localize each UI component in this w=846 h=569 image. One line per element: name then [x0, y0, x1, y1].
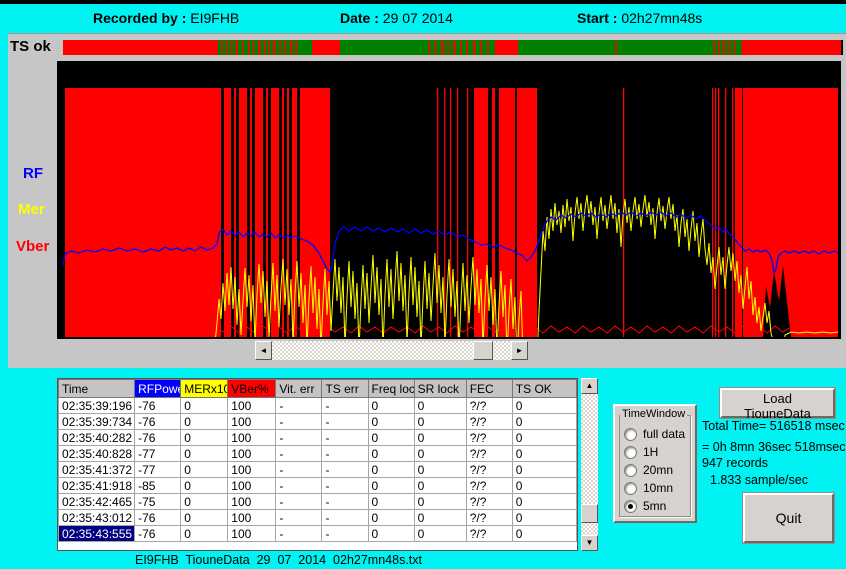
radio-label: 10mn [643, 481, 673, 495]
table-row[interactable]: 02:35:43:012-760100--00?/?0 [59, 510, 577, 526]
right-arrow-icon: ► [516, 347, 524, 355]
table-scrollbar-track[interactable] [581, 394, 598, 535]
date-label: Date : [340, 10, 383, 26]
header-bar: Recorded by : EI9FHB Date : 29 07 2014 S… [0, 4, 846, 33]
up-arrow-icon: ▲ [586, 382, 594, 390]
radio-option-10mn[interactable]: 10mn [624, 479, 685, 497]
date-value: 29 07 2014 [383, 10, 453, 26]
table-scrollbar-thumb[interactable] [581, 504, 598, 523]
column-header-vit-err[interactable]: Vit. err [276, 380, 322, 398]
radio-icon[interactable] [624, 464, 637, 477]
duration-text: = 0h 8mn 36sec 518msec [702, 440, 846, 454]
selected-cell: 02:35:43:555 [59, 526, 135, 542]
recorded-by-label: Recorded by : [93, 10, 190, 26]
signal-chart [63, 61, 838, 337]
scroll-left-button[interactable]: ◄ [255, 341, 272, 360]
column-header-ts-err[interactable]: TS err [322, 380, 368, 398]
app-window: Recorded by : EI9FHB Date : 29 07 2014 S… [0, 0, 846, 569]
table-row[interactable]: 02:35:39:734-760100--00?/?0 [59, 414, 577, 430]
load-tiounedata-button[interactable]: Load TiouneData [720, 388, 835, 418]
table-row[interactable]: 02:35:40:828-770100--00?/?0 [59, 446, 577, 462]
start-time: Start : 02h27mn48s [577, 10, 702, 26]
recorded-by: Recorded by : EI9FHB [93, 10, 239, 26]
radio-label: 20mn [643, 463, 673, 477]
column-header-merx10[interactable]: MERx10 [181, 380, 228, 398]
chart-scrollbar-track[interactable] [272, 341, 511, 360]
rf-label: RF [23, 165, 43, 182]
ts-ok-bar [63, 40, 843, 55]
column-header-vber-[interactable]: VBer% [228, 380, 276, 398]
radio-label: 1H [643, 445, 658, 459]
table-header-row: TimeRFPowerMERx10VBer%Vit. errTS errFreq… [59, 380, 577, 398]
chart-frame [57, 61, 841, 339]
table-scrollbar[interactable]: ▲ ▼ [581, 378, 598, 551]
start-label: Start : [577, 10, 621, 26]
table-row[interactable]: 02:35:43:555-760100--00?/?0 [59, 526, 577, 542]
down-arrow-icon: ▼ [586, 539, 594, 547]
start-value: 02h27mn48s [621, 10, 702, 26]
ts-ok-label: TS ok [10, 38, 51, 55]
radio-icon[interactable] [624, 500, 637, 513]
table-row[interactable]: 02:35:41:918-850100--00?/?0 [59, 478, 577, 494]
scroll-down-button[interactable]: ▼ [581, 535, 598, 551]
status-bar: EI9FHB TiouneData 29 07 2014 02h27mn48s.… [135, 553, 422, 567]
column-header-sr-lock[interactable]: SR lock [414, 380, 466, 398]
radio-icon[interactable] [624, 482, 637, 495]
radio-option-5mn[interactable]: 5mn [624, 497, 685, 515]
radio-label: 5mn [643, 499, 666, 513]
table-row[interactable]: 02:35:41:372-770100--00?/?0 [59, 462, 577, 478]
column-header-time[interactable]: Time [59, 380, 135, 398]
mer-label: Mer [18, 201, 45, 218]
column-header-ts-ok[interactable]: TS OK [512, 380, 576, 398]
radio-icon[interactable] [624, 446, 637, 459]
sample-rate-text: 1.833 sample/sec [710, 473, 808, 487]
total-time-text: Total Time= 516518 msec [702, 419, 845, 433]
radio-label: full data [643, 427, 685, 441]
record-count-text: 947 records [702, 456, 768, 470]
radio-option-20mn[interactable]: 20mn [624, 461, 685, 479]
column-header-fec[interactable]: FEC [466, 380, 512, 398]
table-row[interactable]: 02:35:42:465-750100--00?/?0 [59, 494, 577, 510]
radio-option-1H[interactable]: 1H [624, 443, 685, 461]
time-window-options: full data 1H 20mn 10mn 5mn [624, 425, 685, 515]
recorded-by-value: EI9FHB [190, 10, 239, 26]
records-table: TimeRFPowerMERx10VBer%Vit. errTS errFreq… [57, 378, 578, 551]
quit-button[interactable]: Quit [743, 493, 834, 543]
table-row[interactable]: 02:35:40:282-760100--00?/?0 [59, 430, 577, 446]
table-row[interactable]: 02:35:39:196-760100--00?/?0 [59, 398, 577, 414]
vber-label: Vber [16, 238, 49, 255]
radio-icon[interactable] [624, 428, 637, 441]
time-window-legend: TimeWindow [620, 408, 687, 420]
chart-scrollbar[interactable]: ◄ ► [255, 341, 528, 360]
column-header-rfpower[interactable]: RFPower [135, 380, 181, 398]
date: Date : 29 07 2014 [340, 10, 453, 26]
radio-option-full-data[interactable]: full data [624, 425, 685, 443]
left-arrow-icon: ◄ [260, 347, 268, 355]
chart-scrollbar-thumb[interactable] [473, 341, 493, 360]
time-window-group: TimeWindow full data 1H 20mn 10mn 5mn [613, 404, 697, 523]
scroll-up-button[interactable]: ▲ [581, 378, 598, 394]
column-header-freq-lock[interactable]: Freq lock [368, 380, 414, 398]
scroll-right-button[interactable]: ► [511, 341, 528, 360]
